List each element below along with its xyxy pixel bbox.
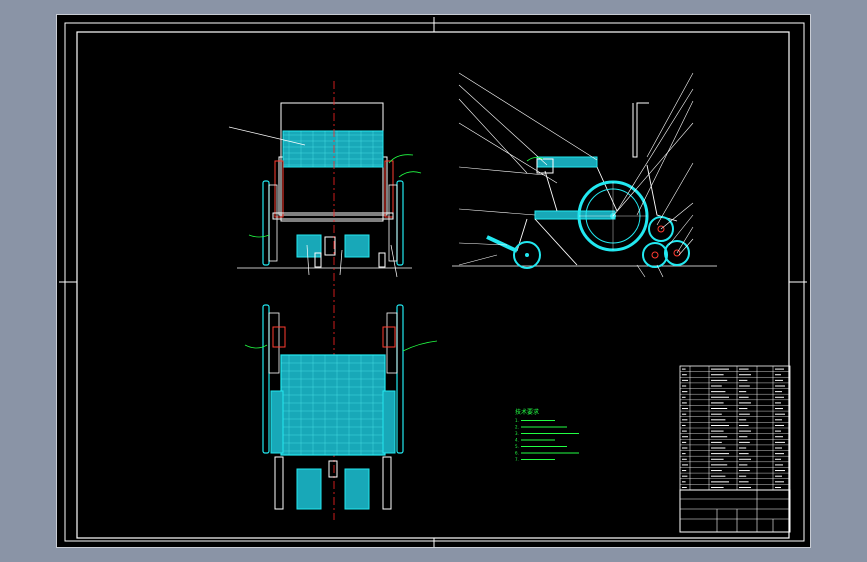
front-seat-back — [282, 130, 384, 168]
tech-req-item: 2. — [515, 425, 519, 430]
outer-frame — [64, 22, 805, 542]
top-seat — [280, 354, 386, 456]
tech-req-item: 6. — [515, 451, 519, 456]
parts-list-table — [679, 365, 791, 491]
technical-requirements: 技术要求 1. 2.3. 4.5. 6.7. — [515, 408, 579, 462]
tech-req-item: 5. — [515, 444, 519, 449]
top-view — [244, 304, 438, 510]
front-view — [228, 102, 422, 278]
tech-req-item: 3. — [515, 431, 519, 436]
side-view — [452, 72, 717, 278]
tech-req-item: 1. — [515, 418, 519, 423]
title-block — [679, 489, 791, 533]
tech-req-heading: 技术要求 — [515, 408, 539, 416]
cad-drawing-viewport[interactable]: 技术要求 1. 2. 3. 4. 5. 6. 7. — [56, 14, 811, 548]
inner-border — [76, 31, 790, 539]
wheelchair-assembly-drawing: 技术要求 1. 2.3. 4.5. 6.7. — [59, 17, 807, 547]
tech-req-item: 4. — [515, 438, 519, 443]
tech-req-item: 7. — [515, 457, 519, 462]
